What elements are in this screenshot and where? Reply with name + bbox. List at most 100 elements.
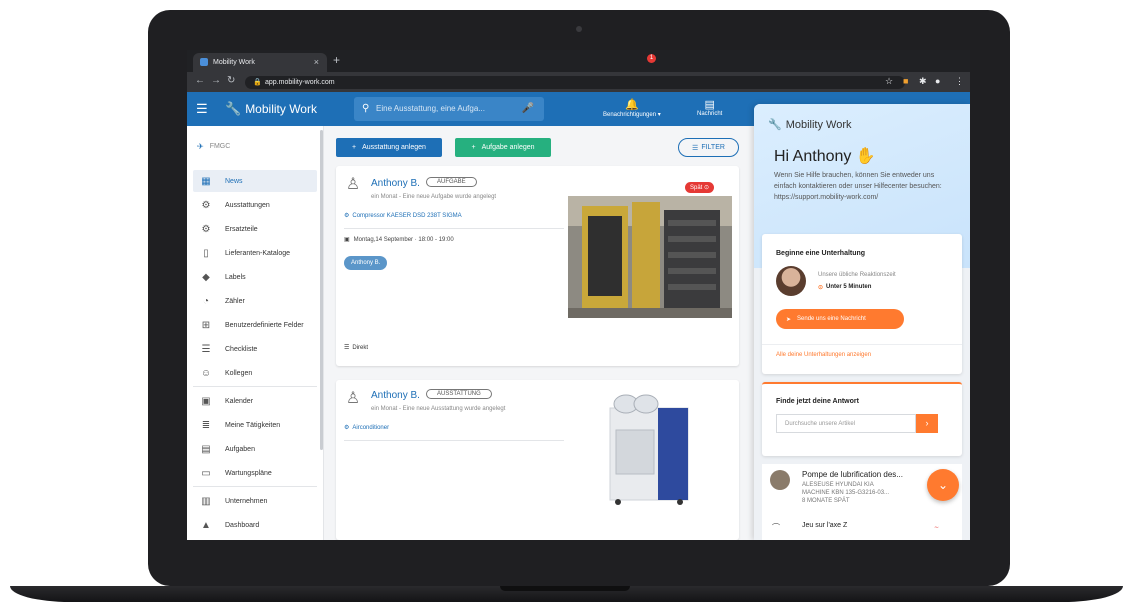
- assignee-chip[interactable]: Anthony B.: [344, 256, 388, 270]
- sidebar-scrollbar[interactable]: [320, 130, 323, 450]
- post-subtitle: ein Monat - Eine neue Aufgabe wurde ange…: [371, 194, 497, 200]
- compressor-image[interactable]: [568, 196, 732, 318]
- message-icon: ▤: [704, 99, 715, 111]
- clock-icon: ⊙: [818, 285, 824, 291]
- sidebar-item-news[interactable]: ▦ News: [193, 170, 317, 192]
- org-selector[interactable]: ✈ FMGC: [197, 142, 230, 151]
- greeting-text: Hi Anthony: [774, 148, 852, 165]
- feed-item-status: 8 MONATE SPÄT: [802, 498, 850, 504]
- sidebar-item-label: Labels: [225, 273, 246, 281]
- custom-fields-icon: ⊞: [201, 319, 211, 331]
- messages-button[interactable]: ▤ Nachricht: [697, 98, 722, 117]
- response-time: ⊙ Unter 5 Minuten: [818, 284, 871, 291]
- search-placeholder: Eine Ausstattung, eine Aufga...: [376, 104, 485, 113]
- brand-logo[interactable]: 🔧 Mobility Work: [225, 101, 317, 117]
- close-tab-icon[interactable]: ×: [314, 57, 319, 67]
- send-message-button[interactable]: ➤ Sende uns eine Nachricht: [776, 309, 904, 329]
- feed-post-equipment[interactable]: ♙ Anthony B. AUSSTATTUNG ein Monat - Ein…: [336, 380, 739, 540]
- sidebar-item-ersatzteile[interactable]: ⚙ Ersatzteile: [193, 218, 317, 240]
- url-field[interactable]: 🔒 app.mobility-work.com: [245, 76, 905, 89]
- sidebar-item-custom-fields[interactable]: ⊞ Benutzerdefinierte Felder: [193, 314, 317, 336]
- post-user-name[interactable]: Anthony B.: [371, 178, 420, 189]
- feed-item-avatar: [770, 470, 790, 490]
- chat-greeting: Hi Anthony ✋: [774, 146, 876, 166]
- sidebar-item-aufgaben[interactable]: ▤ Aufgaben: [193, 438, 317, 460]
- forward-icon[interactable]: →: [211, 75, 221, 86]
- new-tab-icon[interactable]: +: [333, 53, 340, 67]
- conversation-title: Beginne eine Unterhaltung: [776, 250, 866, 257]
- extensions-puzzle-icon[interactable]: ✱: [919, 76, 927, 87]
- send-message-label: Sende uns eine Nachricht: [797, 316, 866, 322]
- feed-item-2-title[interactable]: Jeu sur l'axe Z: [802, 522, 847, 529]
- add-equipment-button[interactable]: + Ausstattung anlegen: [336, 138, 442, 157]
- browser-tabbar: Mobility Work × +: [187, 50, 970, 72]
- sidebar-item-zaehler[interactable]: ◔ Zähler: [193, 290, 317, 312]
- browser-tab[interactable]: Mobility Work ×: [193, 53, 327, 72]
- lock-icon: 🔒: [253, 79, 262, 86]
- post-tag: AUFGABE: [426, 177, 477, 187]
- sidebar-item-label: Lieferanten-Kataloge: [225, 249, 290, 257]
- chat-brand-name: Mobility Work: [785, 118, 852, 131]
- sidebar-item-unternehmen[interactable]: ▥ Unternehmen: [193, 490, 317, 512]
- sidebar-item-lieferanten[interactable]: ▯ Lieferanten-Kataloge: [193, 242, 317, 264]
- chat-toggle-button[interactable]: ⌄: [927, 469, 959, 501]
- add-task-button[interactable]: + Aufgabe anlegen: [455, 138, 551, 157]
- feed-post-task[interactable]: ♙ Anthony B. AUFGABE ein Monat - Eine ne…: [336, 166, 739, 366]
- url-text: app.mobility-work.com: [265, 79, 335, 86]
- notifications-label: Benachrichtigungen: [603, 112, 657, 118]
- filter-icon: ☰: [692, 144, 699, 152]
- sidebar-item-checkliste[interactable]: ☰ Checkliste: [193, 338, 317, 360]
- late-badge: Spät ⊙: [685, 182, 715, 193]
- feed-item-title[interactable]: Pompe de lubrification des...: [802, 470, 903, 479]
- sidebar-item-kollegen[interactable]: ☺ Kollegen: [193, 362, 317, 384]
- plus-icon: +: [471, 144, 476, 151]
- checklist-icon: ☰: [201, 343, 211, 355]
- tag-icon: ◆: [202, 271, 210, 283]
- company-icon: ▥: [201, 495, 211, 507]
- sidebar-item-labels[interactable]: ◆ Labels: [193, 266, 317, 288]
- notification-badge: 1: [647, 54, 656, 63]
- post-divider: [344, 228, 564, 229]
- article-search-button[interactable]: ›: [916, 414, 938, 433]
- wave-icon: ✋: [855, 148, 876, 165]
- airconditioner-image[interactable]: [598, 390, 698, 506]
- extension-icon[interactable]: ■: [903, 76, 908, 86]
- add-equipment-label: Ausstattung anlegen: [362, 144, 426, 151]
- post-user-name[interactable]: Anthony B.: [371, 390, 420, 401]
- feed-item-line2: MACHINE KBN 135-G3216-03...: [802, 490, 890, 496]
- sidebar-item-label: Wartungspläne: [225, 469, 272, 477]
- back-icon[interactable]: ←: [195, 75, 205, 86]
- sidebar-item-activities[interactable]: ≣ Meine Tätigkeiten: [193, 414, 317, 436]
- plus-icon: +: [352, 144, 357, 151]
- org-logo-icon: ✈: [197, 142, 204, 151]
- spare-parts-icon: ⚙: [201, 223, 211, 235]
- post-divider: [344, 440, 564, 441]
- search-input[interactable]: ⚲ Eine Ausstattung, eine Aufga... 🎤: [354, 97, 544, 121]
- list-icon: ☰: [344, 345, 350, 351]
- filter-button[interactable]: ☰ FILTER: [678, 138, 739, 157]
- sidebar-item-label: Kollegen: [225, 369, 253, 377]
- notifications-button[interactable]: 🔔 Benachrichtigungen ▾: [603, 98, 661, 118]
- equipment-link[interactable]: ⚙ Compressor KAESER DSD 238T SIGMA: [344, 212, 462, 220]
- sidebar-item-label: Meine Tätigkeiten: [225, 421, 281, 429]
- equipment-link[interactable]: ⚙ Airconditioner: [344, 424, 389, 432]
- browser-menu-icon[interactable]: ⋮: [955, 76, 964, 87]
- article-search-input[interactable]: Durchsuche unsere Artikel: [776, 414, 916, 433]
- sidebar-item-ausstattungen[interactable]: ⚙ Ausstattungen: [193, 194, 317, 216]
- add-task-label: Aufgabe anlegen: [481, 144, 535, 151]
- sidebar: ✈ FMGC ▦ News ⚙ Ausstattungen ⚙ Ersatzteile…: [187, 126, 324, 540]
- equipment-name: Compressor KAESER DSD 238T SIGMA: [352, 212, 462, 219]
- bookmark-star-icon[interactable]: ☆: [885, 76, 893, 87]
- sidebar-item-label: Ersatzteile: [225, 225, 258, 233]
- equipment-icon: ⚙: [344, 213, 350, 219]
- menu-icon[interactable]: ☰: [196, 101, 208, 117]
- microphone-icon[interactable]: 🎤: [522, 97, 534, 121]
- reload-icon[interactable]: ↻: [227, 75, 235, 86]
- laptop-notch: [500, 586, 630, 591]
- sidebar-item-wartungsplaene[interactable]: ▭ Wartungspläne: [193, 462, 317, 484]
- profile-icon[interactable]: ●: [935, 76, 940, 86]
- all-conversations-link[interactable]: Alle deine Unterhaltungen anzeigen: [776, 352, 871, 358]
- sidebar-item-dashboard[interactable]: ▲ Dashboard: [193, 514, 317, 536]
- feed-item-2-alert-icon: ∼: [934, 525, 940, 531]
- sidebar-item-kalender[interactable]: ▣ Kalender: [193, 390, 317, 412]
